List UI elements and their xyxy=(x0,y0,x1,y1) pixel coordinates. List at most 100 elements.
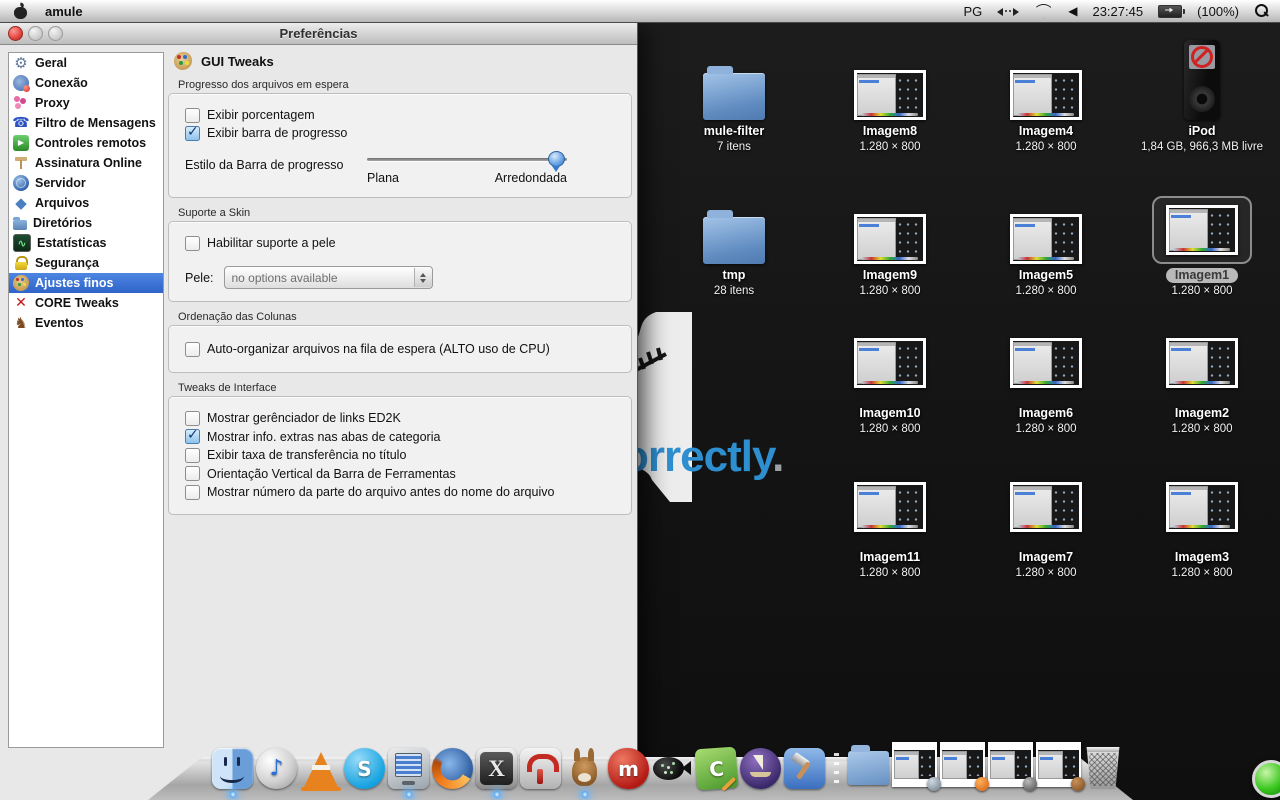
interface-group: Tweaks de Interface Mostrar gerênciador … xyxy=(168,382,632,515)
sidebar-item-geral[interactable]: Geral xyxy=(9,53,163,73)
icon-label: Imagem2 xyxy=(1175,406,1229,421)
skype-dock-icon[interactable]: S xyxy=(344,748,385,789)
screenshot-thumbnail[interactable] xyxy=(1010,214,1082,264)
miro-dock-icon[interactable]: m xyxy=(608,748,649,789)
screenshot-thumbnail[interactable] xyxy=(1010,70,1082,120)
documents-folder-dock-icon[interactable] xyxy=(848,748,889,789)
checkbox-category-tabs-info[interactable] xyxy=(185,429,200,444)
progress-group: Progresso dos arquivos em espera Exibir … xyxy=(168,79,632,198)
desktop-icon-mule-filter[interactable]: mule-filter 7 itens xyxy=(668,34,800,153)
battery-percent[interactable]: (100%) xyxy=(1197,3,1239,19)
checkbox-rate-in-title[interactable] xyxy=(185,448,200,463)
green-text-editor-dock-icon[interactable]: C xyxy=(695,747,739,791)
remote-control-icon xyxy=(13,135,29,151)
minimized-window-3[interactable] xyxy=(988,742,1033,787)
desktop-icon-ipod[interactable]: iPod 1,84 GB, 966,3 MB livre xyxy=(1136,34,1268,153)
stepper-arrows-icon[interactable] xyxy=(414,268,432,287)
airport-wifi-icon[interactable] xyxy=(1034,4,1053,19)
sidebar-item-assinatura-online[interactable]: Assinatura Online xyxy=(9,153,163,173)
window-titlebar[interactable]: Preferências xyxy=(0,22,637,45)
itunes-dock-icon[interactable]: ♪ xyxy=(256,748,297,789)
minimized-window-1[interactable] xyxy=(892,742,937,787)
screenshot-thumbnail[interactable] xyxy=(1010,338,1082,388)
screenshot-thumbnail[interactable] xyxy=(854,338,926,388)
checkbox-part-number-before-name[interactable] xyxy=(185,485,200,500)
pda-sync-dock-icon[interactable] xyxy=(388,748,429,789)
desktop-icon-imagem7[interactable]: Imagem7 1.280 × 800 xyxy=(980,474,1112,579)
checkbox-show-percentage[interactable] xyxy=(185,108,200,123)
sidebar-item-servidor[interactable]: Servidor xyxy=(9,173,163,193)
screenshot-thumbnail[interactable] xyxy=(1166,338,1238,388)
sidebar-item-diretorios[interactable]: Diretórios xyxy=(9,213,163,233)
slider-thumb[interactable] xyxy=(548,151,565,167)
desktop-icon-imagem3[interactable]: Imagem3 1.280 × 800 xyxy=(1136,474,1268,579)
spotlight-icon[interactable] xyxy=(1254,4,1268,18)
battery-icon[interactable] xyxy=(1158,5,1182,18)
app-badge-icon xyxy=(927,777,941,791)
desktop-icon-imagem8[interactable]: Imagem8 1.280 × 800 xyxy=(824,34,956,153)
fugu-dock-icon[interactable] xyxy=(652,748,693,789)
checkbox-vertical-toolbar[interactable] xyxy=(185,466,200,481)
finder-dock-icon[interactable] xyxy=(212,748,253,789)
screenshot-thumbnail[interactable] xyxy=(1010,482,1082,532)
amule-dock-icon[interactable] xyxy=(564,748,605,789)
minimized-window-4[interactable] xyxy=(1036,742,1081,787)
screenshot-thumbnail[interactable] xyxy=(854,482,926,532)
sidebar-item-proxy[interactable]: Proxy xyxy=(9,93,163,113)
checkbox-auto-sort[interactable] xyxy=(185,342,200,357)
apple-menu-icon[interactable] xyxy=(14,4,27,19)
checkbox-show-progressbar[interactable] xyxy=(185,126,200,141)
transmission-dock-icon[interactable] xyxy=(520,748,561,789)
desktop-icon-imagem11[interactable]: Imagem11 1.280 × 800 xyxy=(824,474,956,579)
sidebar-item-controles-remotos[interactable]: Controles remotos xyxy=(9,133,163,153)
checkbox-enable-skin[interactable] xyxy=(185,236,200,251)
folder-icon[interactable] xyxy=(703,73,765,120)
ship-app-dock-icon[interactable] xyxy=(740,748,781,789)
app-menu-title[interactable]: amule xyxy=(45,4,83,19)
checkbox-ed2k-manager[interactable] xyxy=(185,411,200,426)
desktop-icon-imagem5[interactable]: Imagem5 1.280 × 800 xyxy=(980,178,1112,297)
bar-style-slider: Plana Arredondada xyxy=(367,150,567,185)
skin-select[interactable]: no options available xyxy=(224,266,433,289)
online-signature-icon xyxy=(13,155,29,171)
desktop-icon-imagem1-selected[interactable]: Imagem1 1.280 × 800 xyxy=(1136,168,1268,297)
menu-clock[interactable]: 23:27:45 xyxy=(1092,4,1143,19)
sidebar-item-arquivos[interactable]: Arquivos xyxy=(9,193,163,213)
trash-dock-icon[interactable] xyxy=(1084,747,1122,789)
ipod-icon[interactable] xyxy=(1184,40,1220,120)
firefox-dock-icon[interactable] xyxy=(432,748,473,789)
screenshot-thumbnail[interactable] xyxy=(1166,482,1238,532)
minimize-button[interactable] xyxy=(28,26,43,41)
sidebar-item-core-tweaks[interactable]: CORE Tweaks xyxy=(9,293,163,313)
xchat-dock-icon[interactable]: X xyxy=(476,748,517,789)
zoom-button[interactable] xyxy=(48,26,63,41)
close-button[interactable] xyxy=(8,26,23,41)
sidebar-item-eventos[interactable]: Eventos xyxy=(9,313,163,333)
vlc-dock-icon[interactable] xyxy=(300,748,341,789)
desktop-icon-imagem4[interactable]: Imagem4 1.280 × 800 xyxy=(980,34,1112,153)
sidebar-item-estatisticas[interactable]: Estatísticas xyxy=(9,233,163,253)
minimized-window-2[interactable] xyxy=(940,742,985,787)
screenshot-thumbnail[interactable] xyxy=(1166,205,1238,255)
sync-arrows-icon[interactable] xyxy=(997,6,1019,16)
desktop-icon-imagem6[interactable]: Imagem6 1.280 × 800 xyxy=(980,330,1112,435)
desktop-icon-tmp[interactable]: tmp 28 itens xyxy=(668,178,800,297)
desktop-icon-imagem9[interactable]: Imagem9 1.280 × 800 xyxy=(824,178,956,297)
slider-track[interactable] xyxy=(367,150,567,168)
input-source-menu[interactable]: PG xyxy=(963,3,982,19)
sidebar-item-seguranca[interactable]: Segurança xyxy=(9,253,163,273)
sidebar-item-conexao[interactable]: Conexão xyxy=(9,73,163,93)
icon-label: Imagem7 xyxy=(1019,550,1073,565)
screenshot-thumbnail[interactable] xyxy=(854,70,926,120)
desktop-icon-imagem10[interactable]: Imagem10 1.280 × 800 xyxy=(824,330,956,435)
volume-icon[interactable]: ◀ xyxy=(1068,3,1077,19)
xchat-x-glyph: X xyxy=(488,756,505,782)
sidebar-item-label: Diretórios xyxy=(33,216,92,230)
screenshot-thumbnail[interactable] xyxy=(854,214,926,264)
sidebar-item-ajustes-finos[interactable]: Ajustes finos xyxy=(9,273,163,293)
sidebar-item-filtro-mensagens[interactable]: Filtro de Mensagens xyxy=(9,113,163,133)
icon-label: Imagem10 xyxy=(859,406,920,421)
folder-icon[interactable] xyxy=(703,217,765,264)
xcode-dock-icon[interactable] xyxy=(784,748,825,789)
desktop-icon-imagem2[interactable]: Imagem2 1.280 × 800 xyxy=(1136,330,1268,435)
